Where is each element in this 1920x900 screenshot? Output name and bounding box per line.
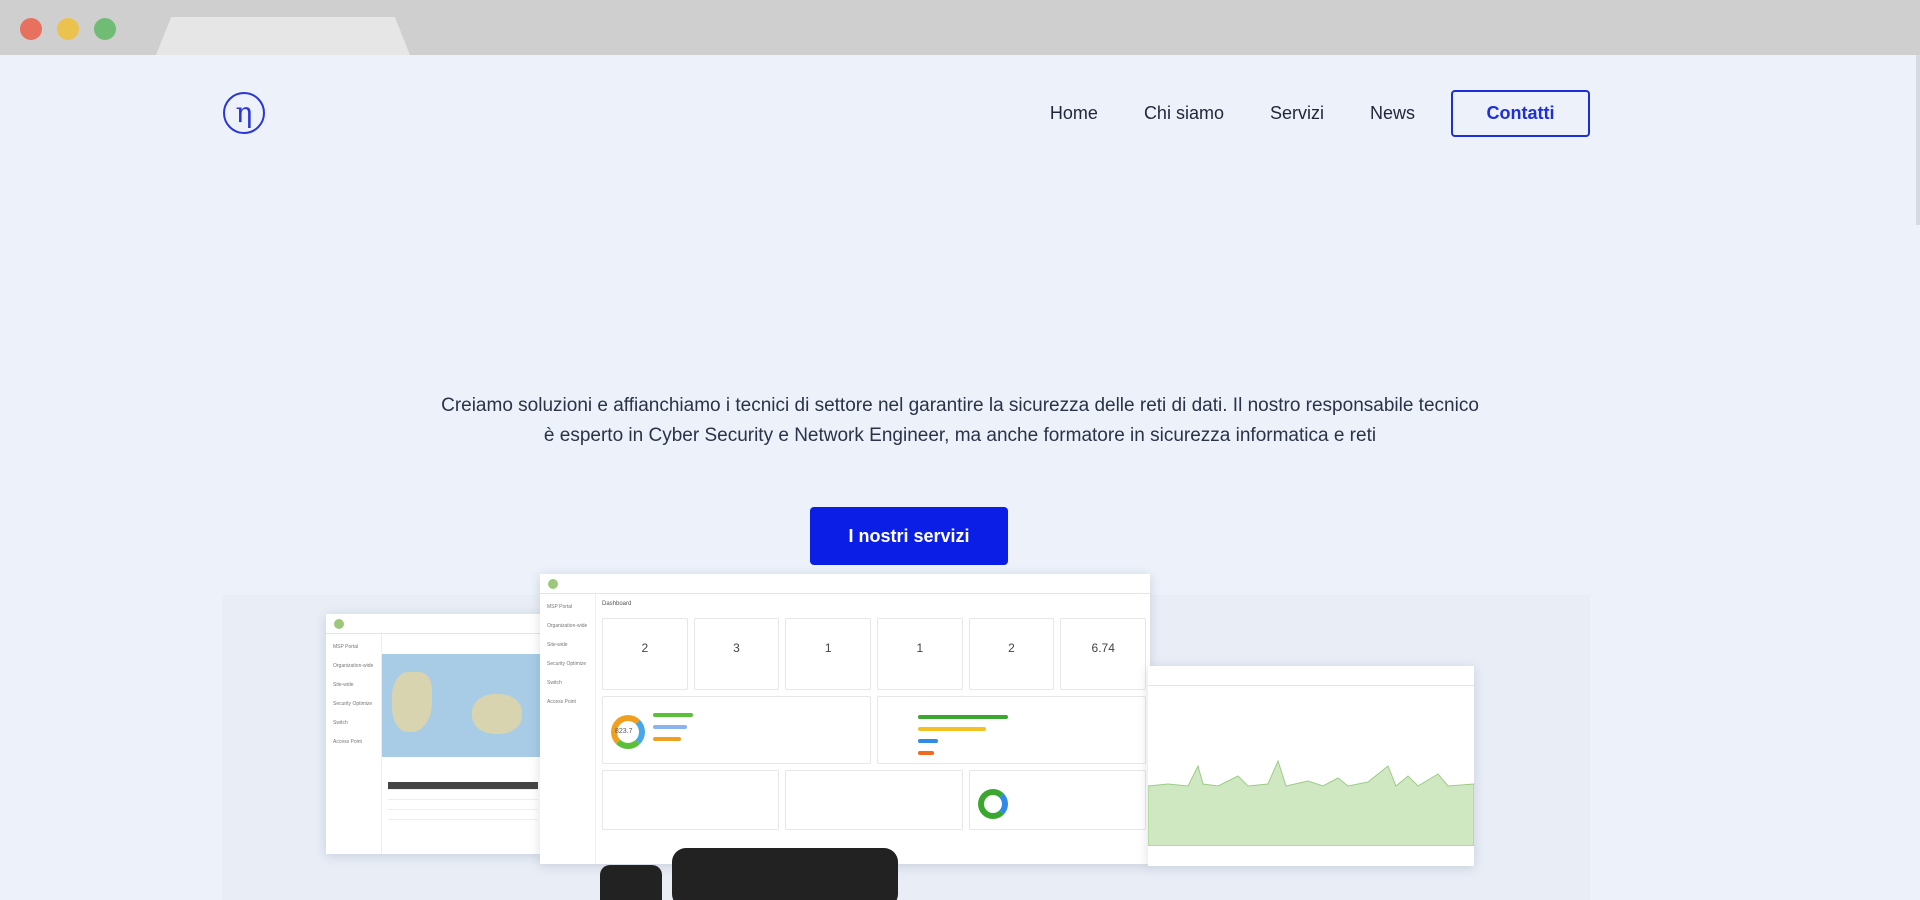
table-row [388,800,538,810]
sidebar-item: Security Optimize [333,701,373,707]
stat-card: 3 [693,618,780,690]
sidebar-item: Access Point [333,739,362,745]
phone-mockup [600,865,662,900]
table-row [388,790,538,800]
wifi-manufacturer-panel [968,770,1146,830]
sidebar-item: Organization-wide [547,623,588,629]
sidebar-item: Site-wide [333,682,354,688]
dashboard-screenshot-left: MSP Portal Organization-wide Site-wide S… [326,614,542,854]
tablet-mockup [672,848,898,900]
dashboard-grid: 2 3 1 1 2 6.74 823.7 [602,618,1147,830]
sidebar-item: Switch [333,720,348,726]
line-chart [1148,759,1474,846]
sidebar: MSP Portal Organization-wide Site-wide S… [540,594,596,864]
sidebar-item: MSP Portal [547,604,573,610]
browser-chrome [0,0,1920,55]
sidebar: MSP Portal Organization-wide Site-wide S… [326,634,382,854]
nav-item-news[interactable]: News [1370,103,1415,124]
maximize-window-button[interactable] [94,18,116,40]
sidebar-item: Security Optimize [547,661,587,667]
sidebar-item: Organization-wide [333,663,374,669]
minimize-window-button[interactable] [57,18,79,40]
traffic-summary-panel: 823.7 [602,696,871,764]
stat-card: 1 [877,618,963,690]
sites-table [388,782,538,820]
dashboard-screenshot-center: MSP Portal Organization-wide Site-wide S… [540,574,1150,864]
browser-tab[interactable] [156,17,410,55]
world-map [382,654,542,757]
close-window-button[interactable] [20,18,42,40]
hero-text: Creiamo soluzioni e affianchiamo i tecni… [441,395,1479,446]
stat-card: 2 [602,618,688,690]
sidebar-item: Site-wide [547,642,568,648]
sidebar-item: MSP Portal [333,644,359,650]
top-wifi-networks-panel [602,770,780,830]
contact-button[interactable]: Contatti [1451,90,1590,137]
sidebar-item: Switch [547,680,562,686]
sidebar-item: Access Point [547,699,576,705]
stat-card: 1 [785,618,872,690]
top-gateway-clients-panel [877,696,1146,764]
nav-item-servizi[interactable]: Servizi [1270,103,1324,124]
logo-icon[interactable]: η [223,92,265,134]
table-row [388,810,538,820]
nav-item-chi-siamo[interactable]: Chi siamo [1144,103,1224,124]
dashboard-title: Dashboard [602,601,632,607]
dashboard-screenshot-right [1148,666,1474,866]
stat-card: 2 [968,618,1055,690]
nav-item-home[interactable]: Home [1050,103,1098,124]
gear-icon [334,618,344,629]
top-wifi-clients-panel [785,770,963,830]
main-nav: Home Chi siamo Servizi News Contatti [1050,90,1590,137]
gear-icon [548,578,558,589]
stat-card: 6.74 [1060,618,1147,690]
scrollbar[interactable] [1916,55,1920,225]
services-cta-button[interactable]: I nostri servizi [810,507,1008,565]
